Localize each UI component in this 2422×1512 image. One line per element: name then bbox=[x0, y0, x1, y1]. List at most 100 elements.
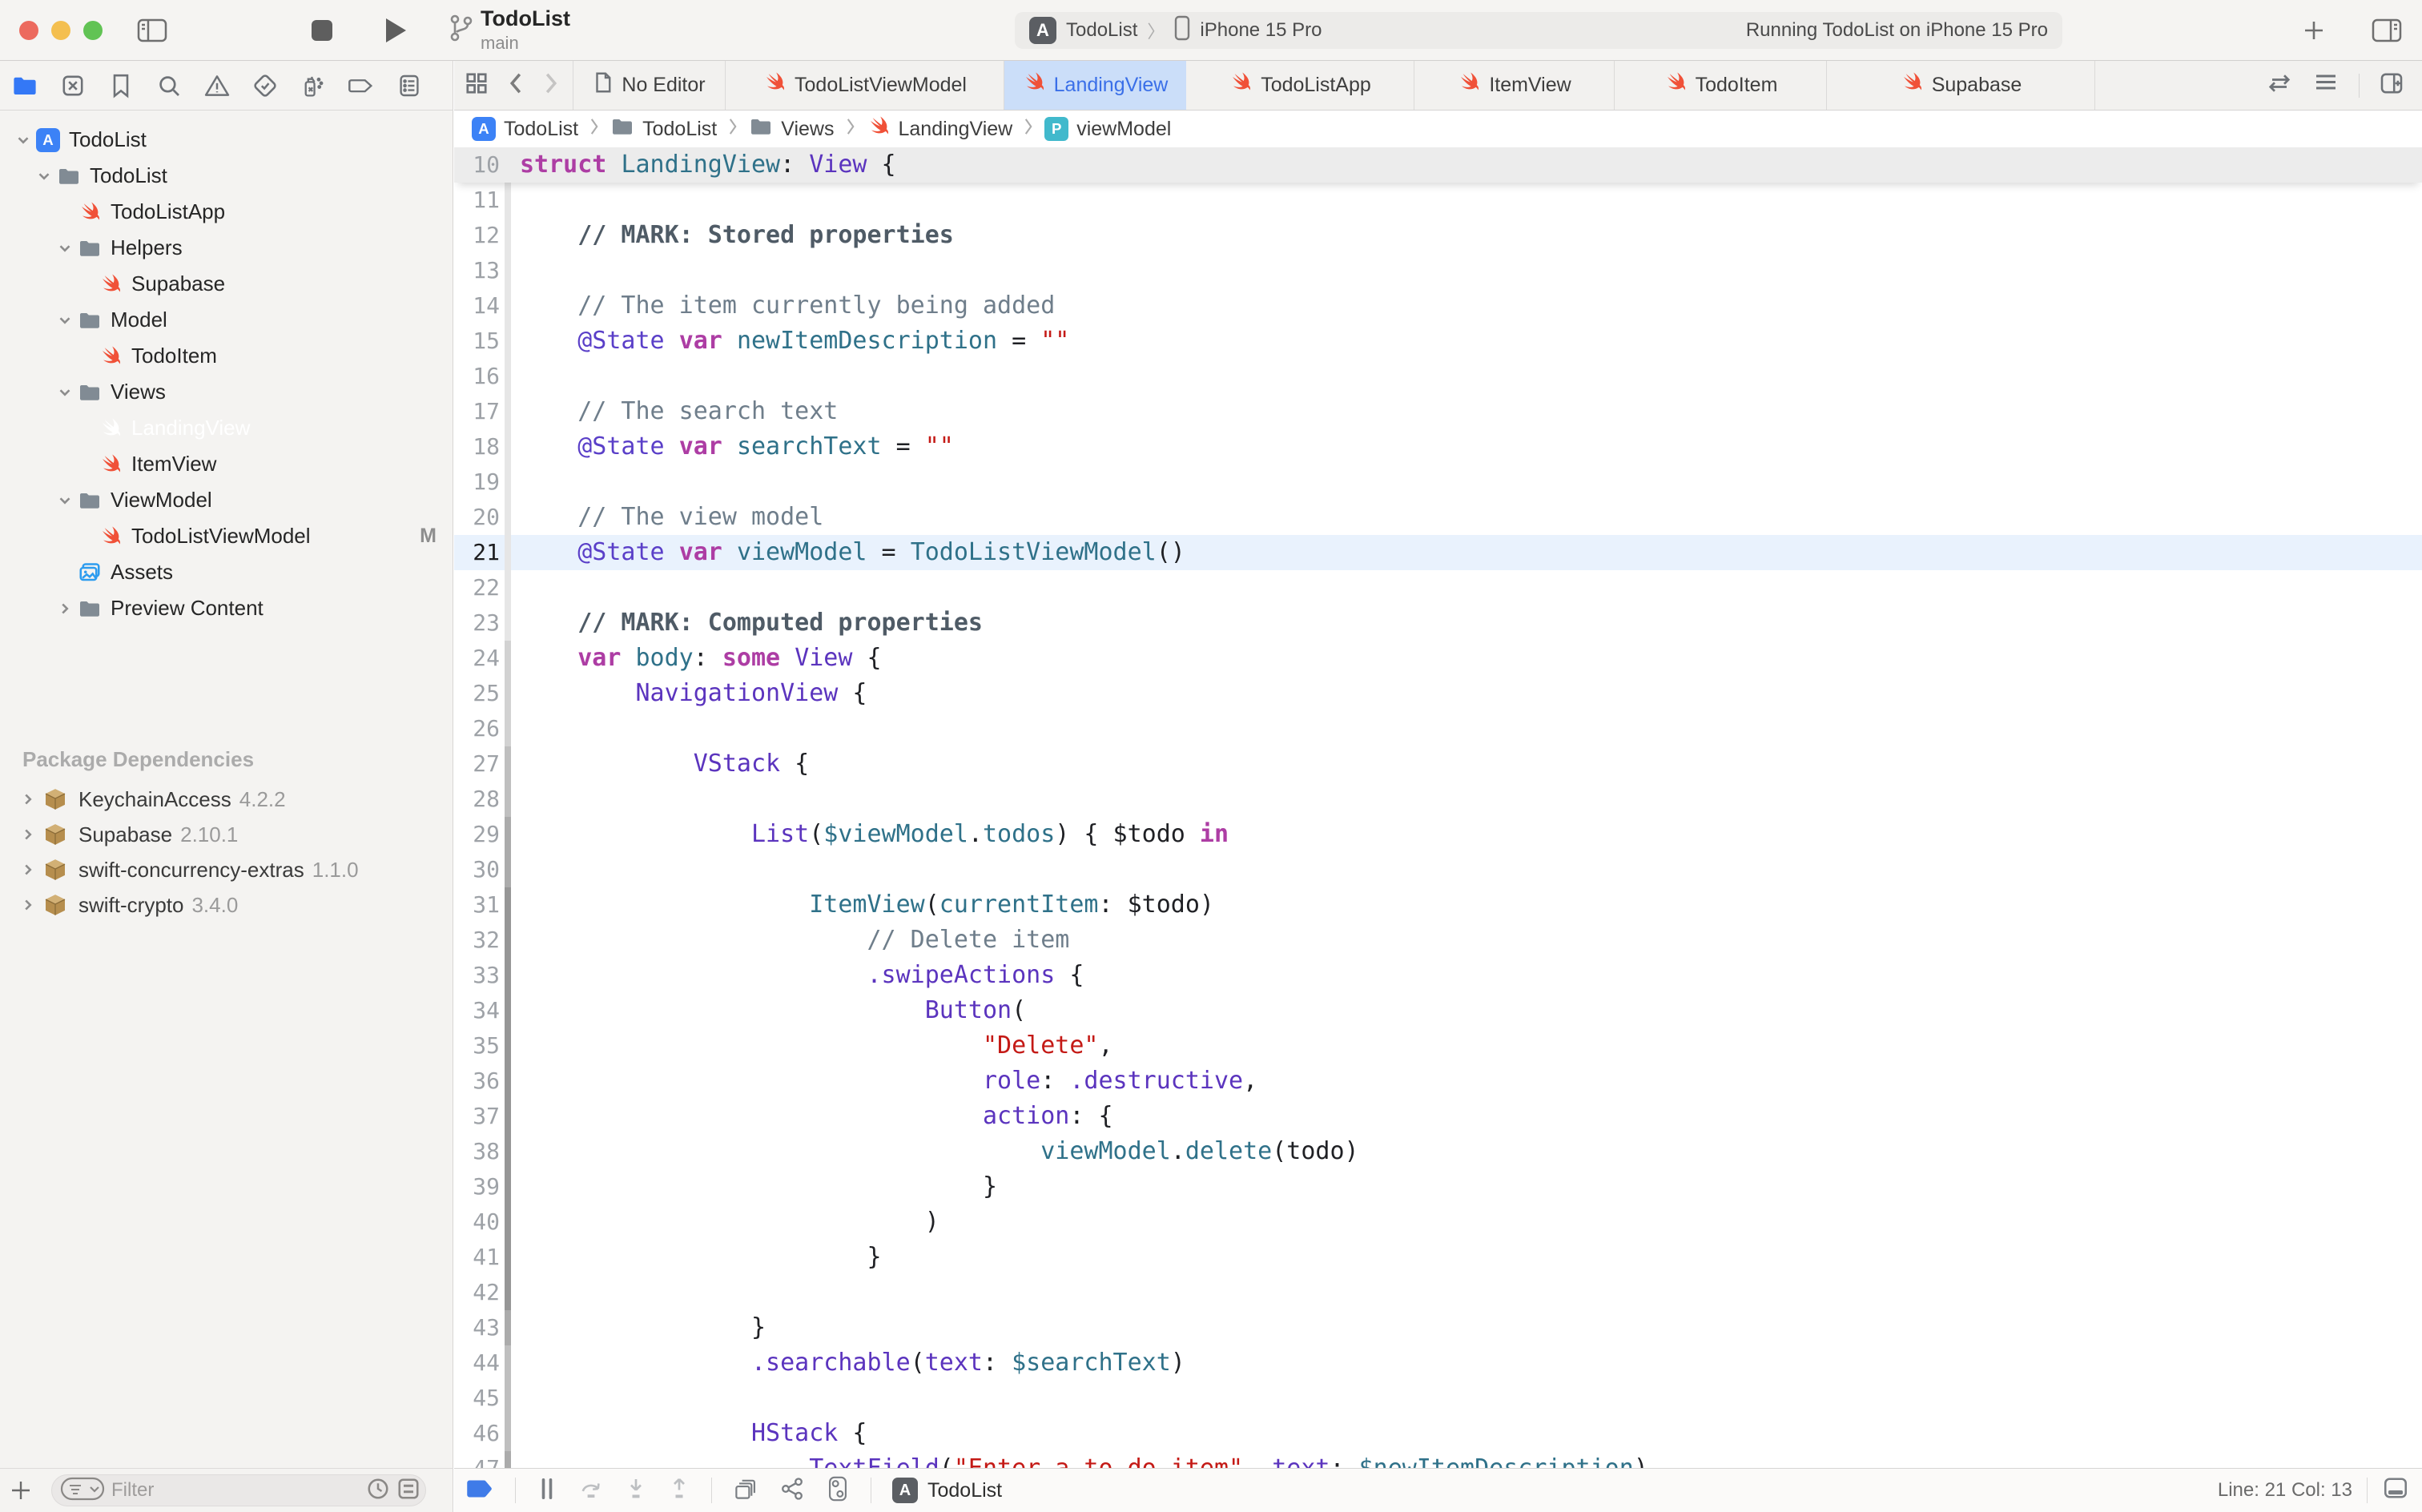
issue-navigator-icon[interactable] bbox=[203, 72, 231, 99]
line-number[interactable]: 20 bbox=[454, 500, 505, 535]
code-line-16[interactable]: 16 bbox=[454, 359, 2422, 394]
code-fold-ribbon[interactable] bbox=[505, 1416, 511, 1451]
run-destination[interactable]: iPhone 15 Pro bbox=[1200, 19, 1322, 42]
code-fold-ribbon[interactable] bbox=[505, 359, 511, 394]
code-fold-ribbon[interactable] bbox=[505, 288, 511, 324]
line-number[interactable]: 41 bbox=[454, 1240, 505, 1275]
adjust-editor-options-icon[interactable] bbox=[2312, 71, 2340, 99]
close-window-button[interactable] bbox=[19, 21, 38, 40]
sidebar-item-todolistviewmodel[interactable]: TodoListViewModelM bbox=[0, 518, 453, 554]
disclosure-chevron-down-icon[interactable] bbox=[54, 384, 75, 401]
toggle-right-sidebar-icon[interactable] bbox=[2368, 0, 2406, 61]
code-fold-ribbon[interactable] bbox=[505, 1240, 511, 1275]
code-fold-ribbon[interactable] bbox=[505, 1275, 511, 1310]
breadcrumb-item[interactable]: Views bbox=[749, 115, 834, 144]
sidebar-item-itemview[interactable]: ItemView bbox=[0, 446, 453, 482]
chevron-right-icon[interactable] bbox=[16, 826, 40, 843]
line-number[interactable]: 11 bbox=[454, 183, 505, 218]
add-editor-plus-icon[interactable] bbox=[2295, 0, 2332, 61]
related-items-icon[interactable] bbox=[464, 70, 489, 100]
code-fold-ribbon[interactable] bbox=[505, 218, 511, 253]
code-line-17[interactable]: 17 // The search text bbox=[454, 394, 2422, 429]
tab-todolistviewmodel[interactable]: TodoListViewModel bbox=[726, 61, 1004, 110]
line-number[interactable]: 45 bbox=[454, 1381, 505, 1416]
code-fold-ribbon[interactable] bbox=[505, 887, 511, 923]
breakpoint-navigator-icon[interactable] bbox=[348, 72, 375, 99]
line-number[interactable]: 33 bbox=[454, 958, 505, 993]
code-line-41[interactable]: 41 } bbox=[454, 1240, 2422, 1275]
source-control-navigator-icon[interactable] bbox=[59, 72, 86, 99]
code-line-32[interactable]: 32 // Delete item bbox=[454, 923, 2422, 958]
line-number[interactable]: 24 bbox=[454, 641, 505, 676]
code-fold-ribbon[interactable] bbox=[505, 1028, 511, 1064]
code-fold-ribbon[interactable] bbox=[505, 1064, 511, 1099]
sidebar-item-todoitem[interactable]: TodoItem bbox=[0, 338, 453, 374]
chevron-right-icon[interactable] bbox=[16, 861, 40, 879]
jump-bar[interactable]: ATodoListTodoListViewsLandingViewPviewMo… bbox=[454, 111, 2422, 147]
code-fold-ribbon[interactable] bbox=[505, 1381, 511, 1416]
tab-todoitem[interactable]: TodoItem bbox=[1615, 61, 1827, 110]
code-fold-ribbon[interactable] bbox=[505, 1134, 511, 1169]
source-editor[interactable]: 10struct LandingView: View {1112 // MARK… bbox=[454, 147, 2422, 1468]
code-fold-ribbon[interactable] bbox=[505, 429, 511, 464]
add-file-plus-icon[interactable] bbox=[0, 1469, 42, 1512]
line-number[interactable]: 40 bbox=[454, 1204, 505, 1240]
line-number[interactable]: 37 bbox=[454, 1099, 505, 1134]
memory-graph-icon[interactable] bbox=[779, 1476, 805, 1506]
disclosure-chevron-down-icon[interactable] bbox=[54, 492, 75, 509]
sidebar-item-todolist[interactable]: TodoList bbox=[0, 158, 453, 194]
disclosure-chevron-down-icon[interactable] bbox=[34, 167, 54, 185]
code-line-18[interactable]: 18 @State var searchText = "" bbox=[454, 429, 2422, 464]
scheme-name[interactable]: TodoList bbox=[1066, 19, 1137, 42]
code-line-15[interactable]: 15 @State var newItemDescription = "" bbox=[454, 324, 2422, 359]
code-line-12[interactable]: 12 // MARK: Stored properties bbox=[454, 218, 2422, 253]
code-line-46[interactable]: 46 HStack { bbox=[454, 1416, 2422, 1451]
line-number[interactable]: 28 bbox=[454, 782, 505, 817]
code-line-28[interactable]: 28 bbox=[454, 782, 2422, 817]
filter-input[interactable] bbox=[111, 1479, 360, 1502]
code-line-34[interactable]: 34 Button( bbox=[454, 993, 2422, 1028]
sidebar-item-assets[interactable]: Assets bbox=[0, 554, 453, 590]
line-number[interactable]: 15 bbox=[454, 324, 505, 359]
code-fold-ribbon[interactable] bbox=[505, 605, 511, 641]
line-number[interactable]: 18 bbox=[454, 429, 505, 464]
sidebar-item-viewmodel[interactable]: ViewModel bbox=[0, 482, 453, 518]
debug-navigator-icon[interactable] bbox=[300, 72, 327, 99]
code-line-43[interactable]: 43 } bbox=[454, 1310, 2422, 1345]
code-line-14[interactable]: 14 // The item currently being added bbox=[454, 288, 2422, 324]
code-fold-ribbon[interactable] bbox=[505, 324, 511, 359]
line-number[interactable]: 23 bbox=[454, 605, 505, 641]
line-number[interactable]: 35 bbox=[454, 1028, 505, 1064]
code-line-25[interactable]: 25 NavigationView { bbox=[454, 676, 2422, 711]
line-number[interactable]: 46 bbox=[454, 1416, 505, 1451]
code-line-26[interactable]: 26 bbox=[454, 711, 2422, 746]
code-fold-ribbon[interactable] bbox=[505, 852, 511, 887]
code-line-38[interactable]: 38 viewModel.delete(todo) bbox=[454, 1134, 2422, 1169]
code-fold-ribbon[interactable] bbox=[505, 570, 511, 605]
run-button[interactable] bbox=[376, 0, 415, 61]
code-fold-ribbon[interactable] bbox=[505, 1345, 511, 1381]
code-line-37[interactable]: 37 action: { bbox=[454, 1099, 2422, 1134]
code-line-44[interactable]: 44 .searchable(text: $searchText) bbox=[454, 1345, 2422, 1381]
breadcrumb-item[interactable]: LandingView bbox=[867, 115, 1013, 144]
code-fold-ribbon[interactable] bbox=[505, 958, 511, 993]
code-fold-ribbon[interactable] bbox=[505, 253, 511, 288]
recent-files-clock-icon[interactable] bbox=[366, 1477, 390, 1505]
step-out-icon[interactable] bbox=[668, 1477, 690, 1505]
step-over-icon[interactable] bbox=[578, 1477, 604, 1505]
code-line-42[interactable]: 42 bbox=[454, 1275, 2422, 1310]
package-item-keychainaccess[interactable]: KeychainAccess4.2.2 bbox=[0, 782, 453, 817]
toggle-left-sidebar-icon[interactable] bbox=[135, 0, 170, 61]
filter-options-icon[interactable] bbox=[60, 1477, 105, 1505]
toggle-debug-area-icon[interactable] bbox=[2382, 1476, 2409, 1506]
sidebar-item-todolistapp[interactable]: TodoListApp bbox=[0, 194, 453, 230]
package-item-supabase[interactable]: Supabase2.10.1 bbox=[0, 817, 453, 852]
sidebar-item-views[interactable]: Views bbox=[0, 374, 453, 410]
code-line-33[interactable]: 33 .swipeActions { bbox=[454, 958, 2422, 993]
line-number[interactable]: 26 bbox=[454, 711, 505, 746]
running-app-chip[interactable]: A TodoList bbox=[892, 1478, 1002, 1503]
code-line-20[interactable]: 20 // The view model bbox=[454, 500, 2422, 535]
code-fold-ribbon[interactable] bbox=[505, 394, 511, 429]
chevron-right-icon[interactable] bbox=[16, 790, 40, 808]
code-fold-ribbon[interactable] bbox=[505, 1451, 511, 1468]
